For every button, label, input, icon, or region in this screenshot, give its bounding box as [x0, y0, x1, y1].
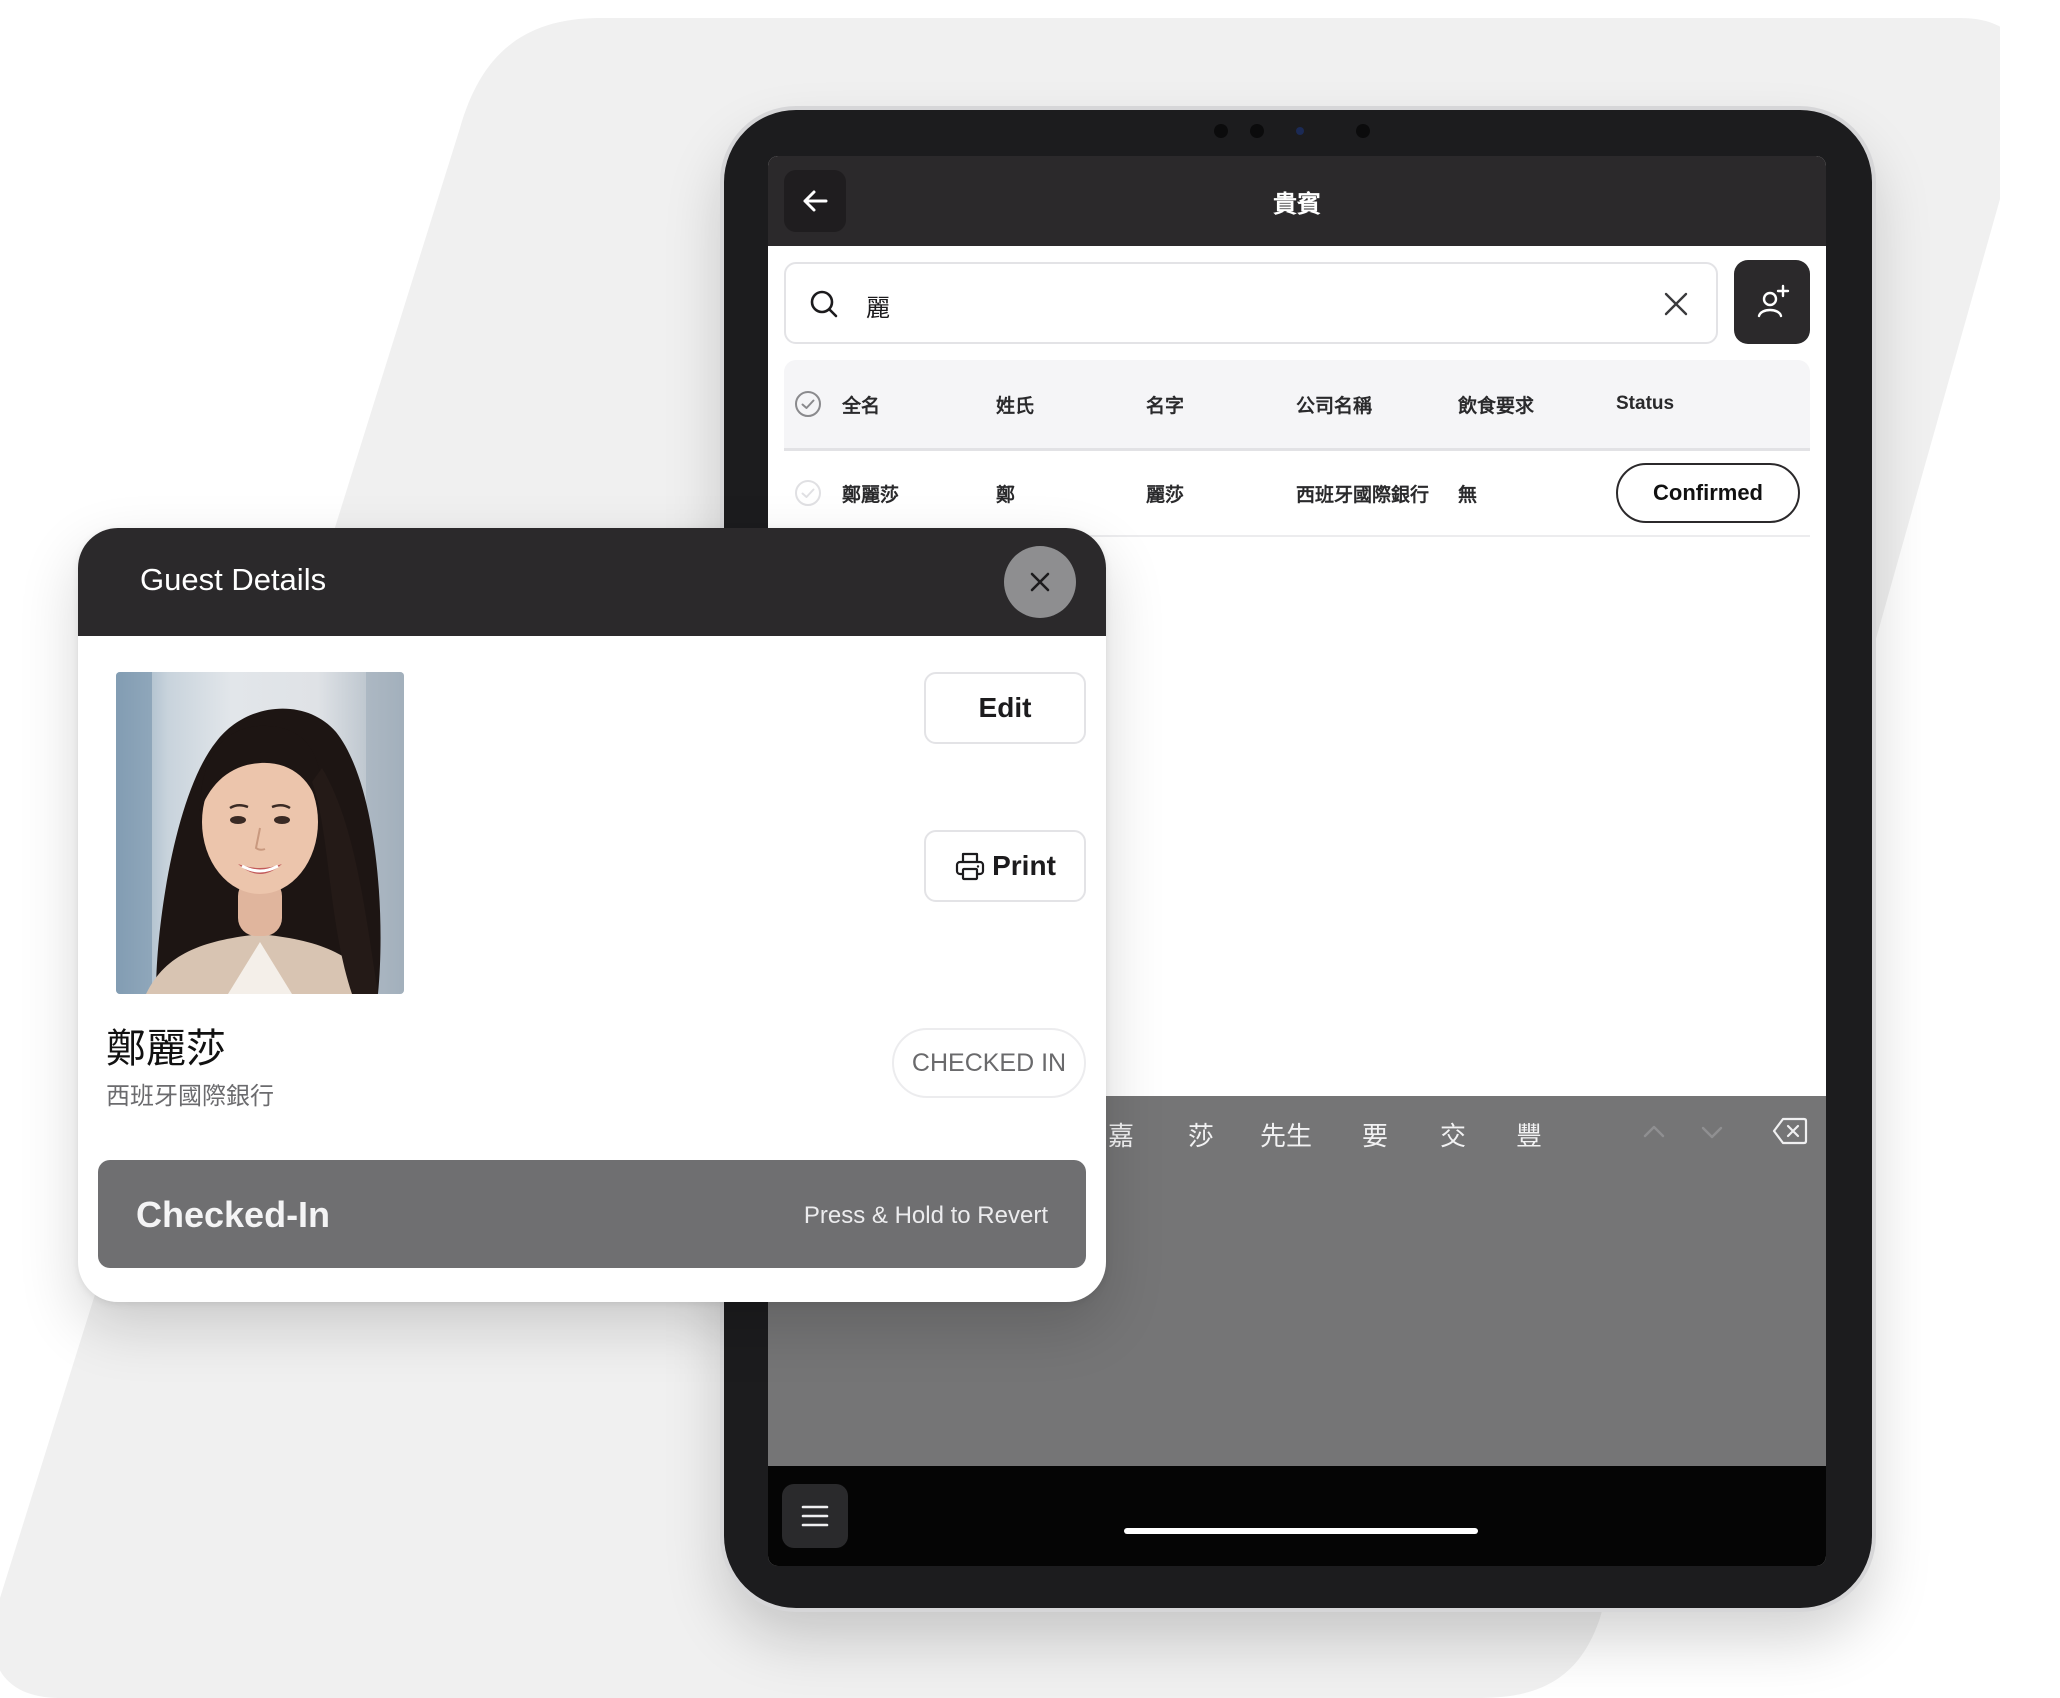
search-icon	[810, 290, 838, 318]
column-header-company[interactable]: 公司名稱	[1296, 360, 1372, 448]
menu-icon	[801, 1505, 829, 1527]
column-header-full-name[interactable]: 全名	[842, 360, 880, 448]
candidate-word[interactable]: 莎	[1188, 1116, 1214, 1153]
card-title: Guest Details	[140, 562, 327, 597]
cell-surname: 鄭	[996, 484, 1016, 506]
camera-dot	[1214, 124, 1228, 138]
checkin-toggle-bar[interactable]: Checked-In Press & Hold to Revert	[98, 1160, 1086, 1268]
camera-dot	[1356, 124, 1370, 138]
search-box[interactable]	[784, 262, 1718, 344]
column-header-given-name[interactable]: 名字	[1146, 360, 1184, 448]
guest-photo	[116, 672, 404, 994]
print-button-label: Print	[992, 850, 1056, 881]
add-user-icon	[1757, 284, 1790, 318]
cell-full-name: 鄭麗莎	[842, 484, 900, 506]
page-title: 貴賓	[1273, 191, 1321, 218]
printer-icon	[956, 852, 985, 881]
add-guest-button[interactable]	[1734, 260, 1810, 344]
close-icon	[1030, 572, 1050, 592]
column-header-surname[interactable]: 姓氏	[996, 360, 1034, 448]
check-circle-icon	[795, 480, 821, 506]
app-header: 貴賓	[768, 156, 1826, 246]
candidate-word[interactable]: 豐	[1516, 1116, 1542, 1153]
row-checkbox[interactable]	[794, 451, 822, 535]
print-button[interactable]: Print	[924, 830, 1086, 902]
chevron-up-icon[interactable]	[1640, 1118, 1668, 1146]
bottom-bar	[768, 1466, 1826, 1566]
cell-company: 西班牙國際銀行	[1296, 484, 1430, 506]
search-input[interactable]	[864, 284, 1648, 326]
home-indicator[interactable]	[1124, 1528, 1478, 1534]
checkin-status-label: Checked-In	[136, 1194, 331, 1235]
candidate-word[interactable]: 先生	[1260, 1116, 1312, 1153]
guest-company: 西班牙國際銀行	[106, 1083, 274, 1110]
edit-button[interactable]: Edit	[924, 672, 1086, 744]
menu-button[interactable]	[782, 1484, 848, 1548]
candidate-word[interactable]: 交	[1440, 1116, 1466, 1153]
cell-dietary: 無	[1458, 484, 1478, 506]
guest-name: 鄭麗莎	[106, 1027, 226, 1071]
checkin-revert-hint: Press & Hold to Revert	[803, 1202, 1048, 1229]
table-row[interactable]: 鄭麗莎 鄭 麗莎 西班牙國際銀行 無 Confirmed	[784, 451, 1810, 537]
backspace-icon[interactable]	[1772, 1116, 1808, 1146]
guest-table: 全名 姓氏 名字 公司名稱 飲食要求 Status 鄭麗莎 鄭 麗莎 西班牙國際…	[784, 360, 1810, 537]
edit-button-label: Edit	[978, 692, 1032, 723]
checked-in-badge: CHECKED IN	[892, 1028, 1086, 1098]
camera-lens	[1296, 127, 1304, 135]
select-all-checkbox[interactable]	[794, 360, 822, 448]
column-header-status[interactable]: Status	[1616, 360, 1674, 448]
candidate-word[interactable]: 要	[1362, 1116, 1388, 1153]
card-header: Guest Details	[78, 528, 1106, 636]
check-circle-icon	[795, 391, 821, 417]
table-header: 全名 姓氏 名字 公司名稱 飲食要求 Status	[784, 360, 1810, 451]
chevron-down-icon[interactable]	[1698, 1118, 1726, 1146]
guest-details-card: Guest Details Edit Print 鄭麗莎 西班牙國際銀行 CHE…	[78, 528, 1106, 1302]
cell-given-name: 麗莎	[1146, 484, 1185, 506]
camera-dot	[1250, 124, 1264, 138]
candidate-word[interactable]: 嘉	[1108, 1116, 1134, 1153]
close-icon[interactable]	[1662, 290, 1690, 318]
status-badge[interactable]: Confirmed	[1616, 463, 1800, 523]
column-header-dietary[interactable]: 飲食要求	[1458, 360, 1534, 448]
guest-portrait-image	[116, 672, 404, 994]
close-button[interactable]	[1004, 546, 1076, 618]
